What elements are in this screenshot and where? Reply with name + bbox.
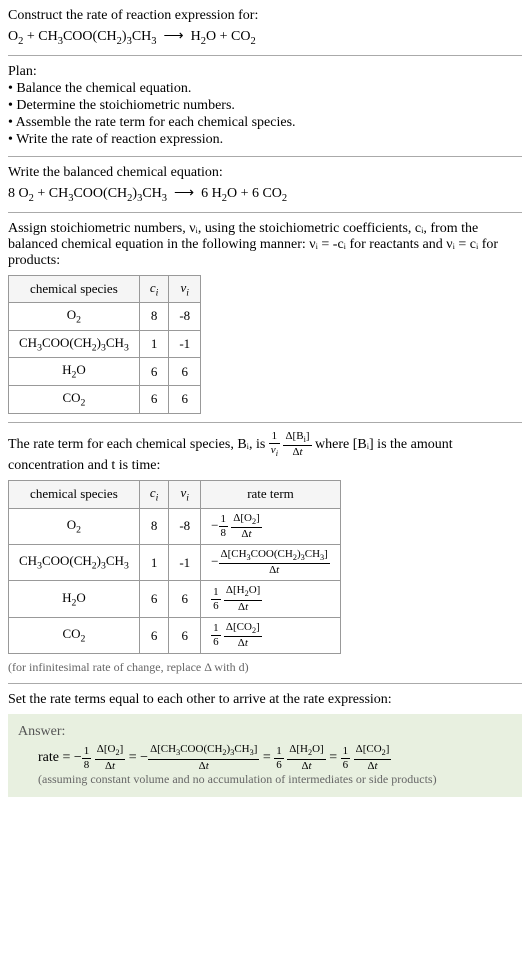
cell-c: 8: [139, 508, 169, 544]
cell-species: CH3COO(CH2)3CH3: [9, 330, 140, 358]
cell-v: 6: [169, 581, 201, 617]
divider: [8, 156, 522, 157]
rateterm-intro: The rate term for each chemical species,…: [8, 431, 522, 474]
cell-species: H2O: [9, 358, 140, 386]
table-row: CO2 6 6 16 Δ[CO2]Δt: [9, 617, 341, 653]
table-row: O2 8 -8 −18 Δ[O2]Δt: [9, 508, 341, 544]
cell-c: 6: [139, 358, 169, 386]
final-section: Set the rate terms equal to each other t…: [8, 692, 522, 796]
table-row: H2O 6 6 16 Δ[H2O]Δt: [9, 581, 341, 617]
table-row: H2O 6 6: [9, 358, 201, 386]
table-header-row: chemical species ci νi rate term: [9, 481, 341, 509]
cell-rate: −Δ[CH3COO(CH2)3CH3]Δt: [201, 545, 341, 581]
products: H2O + CO2: [191, 29, 256, 44]
rateterm-table: chemical species ci νi rate term O2 8 -8…: [8, 480, 341, 654]
plan-item-text: Determine the stoichiometric numbers.: [16, 98, 235, 113]
stoich-section: Assign stoichiometric numbers, νᵢ, using…: [8, 221, 522, 414]
plan-item: • Assemble the rate term for each chemic…: [8, 115, 522, 131]
table-header-row: chemical species ci νi: [9, 275, 201, 303]
balanced-equation: 8 O2 + CH3COO(CH2)3CH3 ⟶ 6 H2O + 6 CO2: [8, 185, 522, 204]
col-species: chemical species: [9, 275, 140, 303]
cell-rate: 16 Δ[CO2]Δt: [201, 617, 341, 653]
col-rate: rate term: [201, 481, 341, 509]
table-row: CH3COO(CH2)3CH3 1 -1 −Δ[CH3COO(CH2)3CH3]…: [9, 545, 341, 581]
cell-v: -1: [169, 545, 201, 581]
cell-species: H2O: [9, 581, 140, 617]
cell-c: 1: [139, 545, 169, 581]
stoich-table: chemical species ci νi O2 8 -8 CH3COO(CH…: [8, 275, 201, 414]
final-intro: Set the rate terms equal to each other t…: [8, 692, 522, 708]
unbalanced-equation: O2 + CH3COO(CH2)3CH3 ⟶ H2O + CO2: [8, 28, 522, 47]
cell-species: CO2: [9, 617, 140, 653]
cell-v: 6: [169, 385, 201, 413]
cell-c: 8: [139, 303, 169, 331]
cell-v: -8: [169, 303, 201, 331]
answer-label: Answer:: [18, 724, 512, 740]
cell-c: 6: [139, 581, 169, 617]
cell-species: O2: [9, 508, 140, 544]
divider: [8, 422, 522, 423]
arrow: ⟶: [164, 29, 184, 44]
cell-species: CO2: [9, 385, 140, 413]
table-row: CH3COO(CH2)3CH3 1 -1: [9, 330, 201, 358]
balanced-title: Write the balanced chemical equation:: [8, 165, 522, 181]
plan-item-text: Balance the chemical equation.: [16, 81, 191, 96]
stoich-intro: Assign stoichiometric numbers, νᵢ, using…: [8, 221, 522, 269]
prompt-text: Construct the rate of reaction expressio…: [8, 8, 522, 24]
cell-v: -1: [169, 330, 201, 358]
plan-item: • Balance the chemical equation.: [8, 81, 522, 97]
rateterm-section: The rate term for each chemical species,…: [8, 431, 522, 676]
cell-c: 6: [139, 617, 169, 653]
plan-title: Plan:: [8, 64, 522, 80]
divider: [8, 683, 522, 684]
balanced-section: Write the balanced chemical equation: 8 …: [8, 165, 522, 204]
prompt-section: Construct the rate of reaction expressio…: [8, 8, 522, 47]
divider: [8, 55, 522, 56]
table-row: O2 8 -8: [9, 303, 201, 331]
cell-rate: 16 Δ[H2O]Δt: [201, 581, 341, 617]
cell-c: 1: [139, 330, 169, 358]
rateterm-note: (for infinitesimal rate of change, repla…: [8, 660, 522, 675]
plan-item: • Write the rate of reaction expression.: [8, 132, 522, 148]
col-species: chemical species: [9, 481, 140, 509]
answer-box: Answer: rate = −18 Δ[O2]Δt = −Δ[CH3COO(C…: [8, 714, 522, 796]
divider: [8, 212, 522, 213]
cell-rate: −18 Δ[O2]Δt: [201, 508, 341, 544]
cell-c: 6: [139, 385, 169, 413]
cell-species: CH3COO(CH2)3CH3: [9, 545, 140, 581]
cell-v: 6: [169, 617, 201, 653]
table-row: CO2 6 6: [9, 385, 201, 413]
plan-item-text: Assemble the rate term for each chemical…: [16, 115, 296, 130]
plan-item: • Determine the stoichiometric numbers.: [8, 98, 522, 114]
rate-expression: rate = −18 Δ[O2]Δt = −Δ[CH3COO(CH2)3CH3]…: [38, 744, 512, 771]
plan-item-text: Write the rate of reaction expression.: [16, 132, 223, 147]
cell-v: -8: [169, 508, 201, 544]
col-ci: ci: [139, 481, 169, 509]
plan-section: Plan: • Balance the chemical equation. •…: [8, 64, 522, 148]
intro-text-a: The rate term for each chemical species,…: [8, 437, 269, 452]
answer-note: (assuming constant volume and no accumul…: [38, 772, 512, 787]
frac-dBi-dt: Δ[Bi]Δt: [283, 431, 311, 458]
cell-v: 6: [169, 358, 201, 386]
reactants: O2 + CH3COO(CH2)3CH3: [8, 29, 157, 44]
col-ci: ci: [139, 275, 169, 303]
cell-species: O2: [9, 303, 140, 331]
col-vi: νi: [169, 275, 201, 303]
col-vi: νi: [169, 481, 201, 509]
frac-1-over-vi: 1νi: [269, 431, 280, 458]
